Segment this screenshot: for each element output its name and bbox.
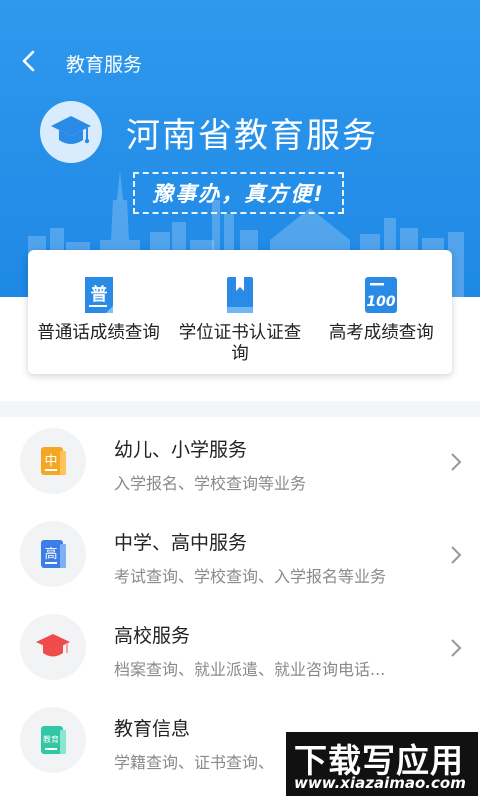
book-zhong-icon: 中 bbox=[41, 447, 66, 475]
row-icon-background: 教育 bbox=[20, 707, 86, 773]
top-nav-bar: 教育服务 bbox=[0, 38, 480, 88]
list-item-subtitle: 学籍查询、证书查询、 bbox=[114, 753, 275, 772]
list-item-title: 中学、高中服务 bbox=[114, 532, 248, 554]
quick-services-card: 普 普通话成绩查询 学位证书认证查询 100 高考成绩查询 bbox=[28, 250, 452, 374]
banner-logo bbox=[40, 101, 102, 163]
book-zhong-icon-text: 中 bbox=[44, 454, 57, 469]
quick-service-gaokao[interactable]: 100 高考成绩查询 bbox=[311, 250, 452, 374]
section-divider bbox=[0, 401, 480, 417]
list-item-title: 高校服务 bbox=[114, 625, 191, 647]
list-item-title: 教育信息 bbox=[114, 718, 191, 740]
row-icon-background: 中 bbox=[20, 428, 86, 494]
back-button[interactable] bbox=[12, 44, 46, 78]
chevron-right-icon bbox=[451, 453, 462, 471]
list-item-title: 幼儿、小学服务 bbox=[114, 439, 248, 461]
graduation-cap-icon bbox=[36, 634, 70, 657]
list-item-subtitle: 档案查询、就业派遣、就业咨询电话... bbox=[114, 660, 386, 679]
document-pu-icon: 普 bbox=[84, 277, 113, 313]
list-item-primary-school[interactable]: 中 幼儿、小学服务 入学报名、学校查询等业务 bbox=[0, 417, 480, 510]
row-icon-background bbox=[20, 614, 86, 680]
site-watermark: 下载写应用 www.xiazaimao.com bbox=[286, 732, 478, 796]
row-icon-background: 高 bbox=[20, 521, 86, 587]
chevron-left-icon bbox=[22, 50, 35, 72]
score-100-icon-text: 100 bbox=[367, 294, 396, 310]
quick-service-label: 学位证书认证查询 bbox=[178, 323, 302, 364]
quick-service-label: 高考成绩查询 bbox=[328, 323, 434, 343]
quick-service-putonghua[interactable]: 普 普通话成绩查询 bbox=[28, 250, 169, 374]
score-100-icon: 100 bbox=[365, 277, 398, 313]
document-pu-icon-text: 普 bbox=[90, 284, 107, 305]
book-jiaoyu-icon: 教育 bbox=[41, 726, 66, 754]
chevron-right-icon bbox=[451, 639, 462, 657]
bookmark-book-icon bbox=[226, 277, 253, 313]
list-item-high-school[interactable]: 高 中学、高中服务 考试查询、学校查询、入学报名等业务 bbox=[0, 510, 480, 603]
graduation-cap-icon bbox=[51, 116, 91, 144]
list-item-subtitle: 入学报名、学校查询等业务 bbox=[114, 474, 307, 493]
watermark-url: www.xiazaimao.com bbox=[294, 774, 466, 792]
banner-title: 河南省教育服务 bbox=[126, 116, 378, 156]
list-item-university[interactable]: 高校服务 档案查询、就业派遣、就业咨询电话... bbox=[0, 603, 480, 696]
book-jiaoyu-icon-text: 教育 bbox=[43, 734, 59, 744]
list-item-subtitle: 考试查询、学校查询、入学报名等业务 bbox=[114, 567, 387, 586]
quick-service-degree-certificate[interactable]: 学位证书认证查询 bbox=[169, 250, 310, 374]
book-gao-icon-text: 高 bbox=[44, 546, 57, 562]
quick-service-label: 普通话成绩查询 bbox=[37, 323, 160, 343]
chevron-right-icon bbox=[451, 546, 462, 564]
page-title: 教育服务 bbox=[66, 54, 143, 76]
banner-slogan: 豫事办，真方便! bbox=[133, 172, 344, 214]
book-gao-icon: 高 bbox=[41, 540, 66, 568]
